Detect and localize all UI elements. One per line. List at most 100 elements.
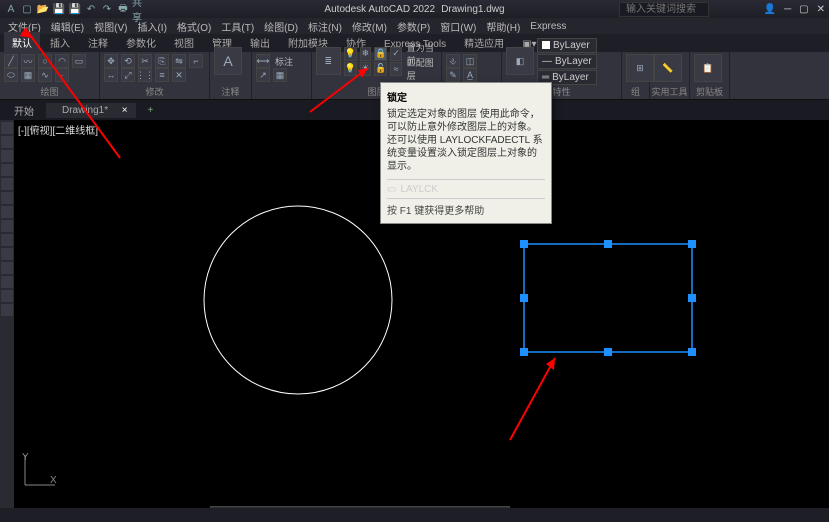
close-icon[interactable]: ✕ — [817, 4, 825, 15]
tool-icon[interactable] — [1, 150, 13, 162]
layer-off-icon[interactable]: 💡 — [344, 47, 357, 61]
new-tab-icon[interactable]: + — [140, 103, 162, 118]
viewport-label[interactable]: [-][俯视][二维线框] — [18, 122, 98, 137]
fillet-icon[interactable]: ⌐ — [189, 54, 203, 68]
tool-icon[interactable] — [1, 136, 13, 148]
plot-icon[interactable]: 🖶 — [116, 2, 130, 16]
circle-entity[interactable] — [204, 206, 392, 394]
mirror-icon[interactable]: ⇋ — [172, 54, 186, 68]
tab-output[interactable]: 输出 — [242, 32, 278, 52]
tab-start[interactable]: 开始 — [6, 101, 42, 120]
rect-icon[interactable]: ▭ — [72, 54, 86, 68]
attr-edit-icon[interactable]: A̲ — [463, 68, 477, 82]
tool-icon[interactable] — [1, 276, 13, 288]
tool-icon[interactable] — [1, 304, 13, 316]
copy-icon[interactable]: ⎘ — [155, 54, 169, 68]
autocad-logo-icon[interactable]: A — [4, 2, 18, 16]
panel-label: 绘图 — [40, 85, 58, 98]
window-controls: 👤 ─ ▢ ✕ — [764, 4, 825, 15]
layer-lock-icon[interactable]: 🔒 — [374, 47, 387, 61]
open-icon[interactable]: 📂 — [36, 2, 50, 16]
match-props-icon[interactable]: ◧ — [506, 47, 534, 75]
offset-icon[interactable]: ≡ — [155, 68, 169, 82]
measure-icon[interactable]: 📏 — [654, 54, 682, 82]
tool-icon[interactable] — [1, 192, 13, 204]
tab-featured[interactable]: 精选应用 — [456, 32, 512, 52]
circle-icon[interactable]: ○ — [38, 54, 52, 68]
move-icon[interactable]: ✥ — [104, 54, 118, 68]
panel-label: 组 — [631, 85, 640, 98]
tab-home[interactable]: 默认 — [4, 32, 40, 52]
help-search-input[interactable] — [619, 2, 709, 17]
polyline-icon[interactable]: 〰 — [21, 54, 35, 68]
menu-express[interactable]: Express — [526, 21, 570, 32]
layer-on-icon[interactable]: 💡 — [344, 62, 357, 76]
text-icon[interactable]: A — [214, 47, 242, 75]
layer-thaw-icon[interactable]: ☀ — [360, 62, 371, 76]
layer-freeze-icon[interactable]: ❄ — [360, 47, 371, 61]
leader-icon[interactable]: ↗ — [256, 68, 270, 82]
erase-icon[interactable]: ✕ — [172, 68, 186, 82]
tool-icon[interactable] — [1, 206, 13, 218]
line-icon[interactable]: ╱ — [4, 54, 18, 68]
tooltip-help: 按 F1 键获得更多帮助 — [387, 198, 545, 217]
dim-label[interactable]: 标注 — [273, 55, 295, 68]
tool-icon[interactable] — [1, 122, 13, 134]
panel-utilities: 📏 实用工具 — [650, 52, 690, 99]
tab-parametric[interactable]: 参数化 — [118, 32, 164, 52]
layer-unlock-icon[interactable]: 🔓 — [374, 62, 387, 76]
share-icon[interactable]: 共享 — [132, 2, 146, 16]
save-icon[interactable]: 💾 — [52, 2, 66, 16]
tool-icon[interactable] — [1, 220, 13, 232]
left-toolbar — [0, 120, 14, 508]
layer-match-icon[interactable]: ≈ — [390, 62, 401, 76]
new-icon[interactable]: ▢ — [20, 2, 34, 16]
tab-annotate[interactable]: 注释 — [80, 32, 116, 52]
tooltip-title: 锁定 — [387, 89, 545, 104]
create-block-icon[interactable]: ◫ — [463, 54, 477, 68]
minimize-icon[interactable]: ─ — [784, 4, 791, 15]
point-icon[interactable]: · — [55, 68, 69, 82]
layer-current-icon[interactable]: ✓ — [390, 47, 401, 61]
signin-icon[interactable]: 👤 — [764, 4, 776, 15]
tab-insert[interactable]: 插入 — [42, 32, 78, 52]
scale-icon[interactable]: ⤢ — [121, 68, 135, 82]
match-layer-button[interactable]: 匹配图层 — [405, 56, 437, 82]
menu-parametric[interactable]: 参数(P) — [393, 19, 434, 34]
edit-block-icon[interactable]: ✎ — [446, 68, 460, 82]
table-icon[interactable]: ▦ — [273, 68, 287, 82]
tab-drawing[interactable]: Drawing1* × — [46, 103, 136, 118]
tool-icon[interactable] — [1, 290, 13, 302]
undo-icon[interactable]: ↶ — [84, 2, 98, 16]
linetype-combo[interactable]: —ByLayer — [537, 54, 597, 69]
spline-icon[interactable]: ∿ — [38, 68, 52, 82]
ellipse-icon[interactable]: ⬭ — [4, 68, 18, 82]
maximize-icon[interactable]: ▢ — [799, 4, 808, 15]
tool-icon[interactable] — [1, 262, 13, 274]
array-icon[interactable]: ⋮⋮ — [138, 68, 152, 82]
panel-draw: ╱〰○◠▭ ⬭▦∿· 绘图 — [0, 52, 100, 99]
saveas-icon[interactable]: 💾 — [68, 2, 82, 16]
layer-properties-icon[interactable]: ≣ — [316, 47, 341, 75]
tool-icon[interactable] — [1, 178, 13, 190]
tool-icon[interactable] — [1, 234, 13, 246]
tool-icon[interactable] — [1, 164, 13, 176]
stretch-icon[interactable]: ↔ — [104, 68, 118, 82]
tab-view[interactable]: 视图 — [166, 32, 202, 52]
redo-icon[interactable]: ↷ — [100, 2, 114, 16]
panel-label: 特性 — [552, 85, 570, 98]
color-combo[interactable]: ByLayer — [537, 38, 597, 53]
trim-icon[interactable]: ✂ — [138, 54, 152, 68]
quick-access-toolbar: A ▢ 📂 💾 💾 ↶ ↷ 🖶 共享 — [0, 2, 150, 16]
panel-label: 修改 — [145, 85, 163, 98]
paste-icon[interactable]: 📋 — [694, 54, 722, 82]
svg-text:Y: Y — [22, 452, 29, 463]
dim-icon[interactable]: ⟷ — [256, 54, 270, 68]
rectangle-selected[interactable] — [520, 240, 696, 356]
arc-icon[interactable]: ◠ — [55, 54, 69, 68]
panel-groups: ⊞ 组 — [622, 52, 650, 99]
tool-icon[interactable] — [1, 248, 13, 260]
hatch-icon[interactable]: ▦ — [21, 68, 35, 82]
insert-block-icon[interactable]: ⎀ — [446, 54, 460, 68]
rotate-icon[interactable]: ⟲ — [121, 54, 135, 68]
